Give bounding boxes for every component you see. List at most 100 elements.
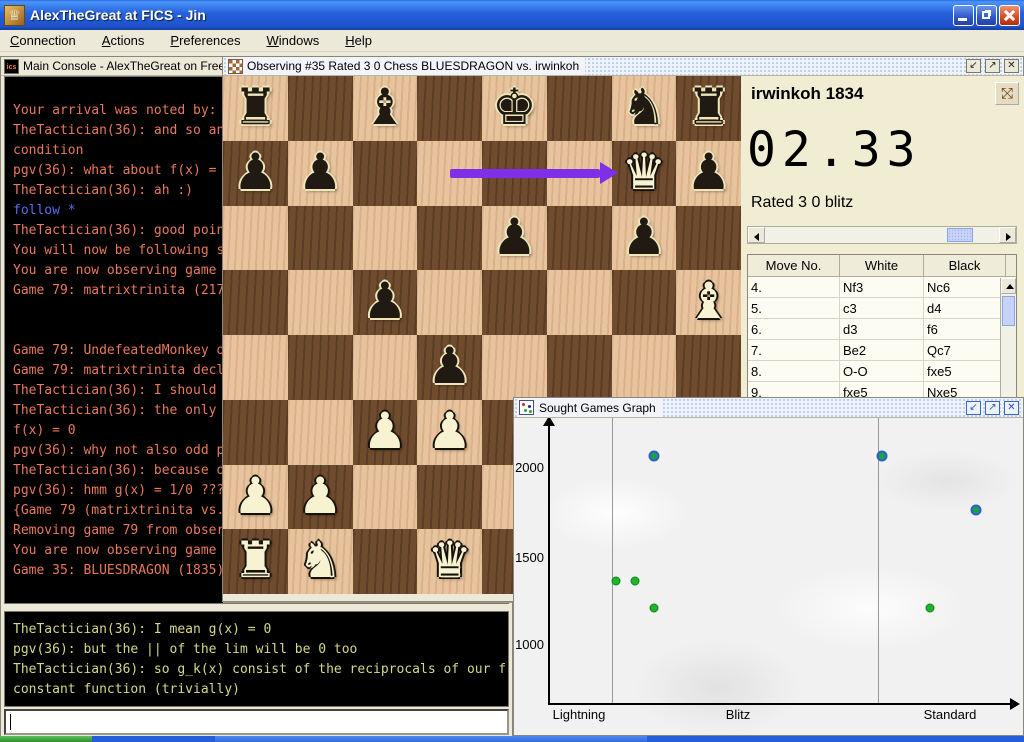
console-splitter[interactable] [4,604,509,611]
move-row-5[interactable]: 5.c3d4 [748,298,1016,319]
white-n-b1[interactable]: ♞ [288,529,353,594]
square-g4[interactable] [612,335,677,400]
square-c4[interactable] [353,335,418,400]
game-clock: 02.33 [747,122,922,178]
square-a4[interactable] [223,335,288,400]
white-r-a1[interactable]: ♜ [223,529,288,594]
square-c2[interactable] [353,465,418,530]
seek-point-blitz-1365[interactable] [612,577,621,586]
seek-point-standard-1210[interactable] [926,604,935,613]
white-b-h5[interactable]: ♝ [676,270,741,335]
white-q-g7[interactable]: ♛ [612,141,677,206]
move-cell: O-O [840,361,924,381]
black-r-a8[interactable]: ♜ [223,76,288,141]
square-b4[interactable] [288,335,353,400]
black-n-g8[interactable]: ♞ [612,76,677,141]
square-a5[interactable] [223,270,288,335]
menu-help[interactable]: Help [345,33,372,48]
black-b-c8[interactable]: ♝ [353,76,418,141]
frame-maximize-button[interactable]: ↗ [985,59,1000,73]
square-a6[interactable] [223,206,288,271]
start-button[interactable] [0,736,92,742]
menu-connection[interactable]: Connection [10,33,76,48]
square-f5[interactable] [547,270,612,335]
white-p-d3[interactable]: ♟ [417,400,482,465]
frame-maximize-button[interactable]: ↗ [985,401,1000,415]
square-e4[interactable] [482,335,547,400]
square-d8[interactable] [417,76,482,141]
square-d6[interactable] [417,206,482,271]
console-input[interactable] [6,711,507,733]
square-b5[interactable] [288,270,353,335]
seek-point-blitz-1210[interactable] [650,604,659,613]
sought-games-graph[interactable]: 2000 1500 1000 Lightning Blitz Standard [514,418,1023,735]
menu-actions[interactable]: Actions [102,33,145,48]
window-titlebar[interactable]: ♕ AlexTheGreat at FICS - Jin [0,0,1024,30]
close-button[interactable] [999,5,1020,26]
square-f4[interactable] [547,335,612,400]
square-f8[interactable] [547,76,612,141]
square-c6[interactable] [353,206,418,271]
seek-point-standard-2060[interactable] [877,451,888,462]
scroll-up-button[interactable] [1001,278,1016,294]
console-output-latest[interactable]: TheTactician(36): I mean g(x) = 0pgv(36)… [4,611,509,707]
square-g5[interactable] [612,270,677,335]
square-f6[interactable] [547,206,612,271]
black-p-b7[interactable]: ♟ [288,141,353,206]
white-p-b2[interactable]: ♟ [288,465,353,530]
move-cell: Qc7 [924,340,1006,360]
black-p-c5[interactable]: ♟ [353,270,418,335]
seek-point-blitz-1365[interactable] [631,577,640,586]
square-b6[interactable] [288,206,353,271]
category-standard: Standard [924,707,977,722]
square-a3[interactable] [223,400,288,465]
x-axis [548,703,1014,705]
square-h4[interactable] [676,335,741,400]
scroll-left-button[interactable] [748,227,765,243]
observing-titlebar[interactable]: Observing #35 Rated 3 0 Chess BLUESDRAGO… [223,57,1023,76]
scroll-right-button[interactable] [999,227,1016,243]
minimize-button[interactable] [953,5,974,26]
category-lightning: Lightning [553,707,606,722]
white-q-d1[interactable]: ♛ [417,529,482,594]
move-row-4[interactable]: 4.Nf3Nc6 [748,277,1016,298]
black-p-e6[interactable]: ♟ [482,206,547,271]
square-d5[interactable] [417,270,482,335]
black-k-e8[interactable]: ♚ [482,76,547,141]
sought-titlebar[interactable]: Sought Games Graph ↙ ↗ ✕ [514,398,1023,418]
menu-windows[interactable]: Windows [267,33,320,48]
square-b3[interactable] [288,400,353,465]
frame-close-button[interactable]: ✕ [1004,401,1019,415]
sought-title: Sought Games Graph [539,401,656,415]
menu-preferences[interactable]: Preferences [170,33,240,48]
white-p-c3[interactable]: ♟ [353,400,418,465]
black-p-d4[interactable]: ♟ [417,335,482,400]
windows-taskbar[interactable] [0,736,1024,742]
restore-button[interactable] [976,5,997,26]
square-c7[interactable] [353,141,418,206]
frame-close-button[interactable]: ✕ [1004,59,1019,73]
taskbar-button[interactable] [215,736,647,742]
black-p-h7[interactable]: ♟ [676,141,741,206]
seek-point-blitz-2060[interactable] [649,451,660,462]
square-b8[interactable] [288,76,353,141]
move-row-7[interactable]: 7.Be2Qc7 [748,340,1016,361]
square-d2[interactable] [417,465,482,530]
last-move-arrow [450,169,600,178]
frame-restore-button[interactable]: ↙ [966,401,981,415]
expand-board-button[interactable]: ⤡ ⤢ [995,82,1019,105]
seek-point-standard-1760[interactable] [971,505,982,516]
black-p-g6[interactable]: ♟ [612,206,677,271]
frame-restore-button[interactable]: ↙ [966,59,981,73]
black-r-h8[interactable]: ♜ [676,76,741,141]
square-h6[interactable] [676,206,741,271]
square-e5[interactable] [482,270,547,335]
square-c1[interactable] [353,529,418,594]
move-row-8[interactable]: 8.O-Ofxe5 [748,361,1016,382]
move-slider-scrollbar[interactable] [747,226,1017,244]
scrollbar-thumb[interactable] [947,228,973,242]
scrollbar-thumb-v[interactable] [1002,296,1015,326]
move-row-6[interactable]: 6.d3f6 [748,319,1016,340]
black-p-a7[interactable]: ♟ [223,141,288,206]
white-p-a2[interactable]: ♟ [223,465,288,530]
